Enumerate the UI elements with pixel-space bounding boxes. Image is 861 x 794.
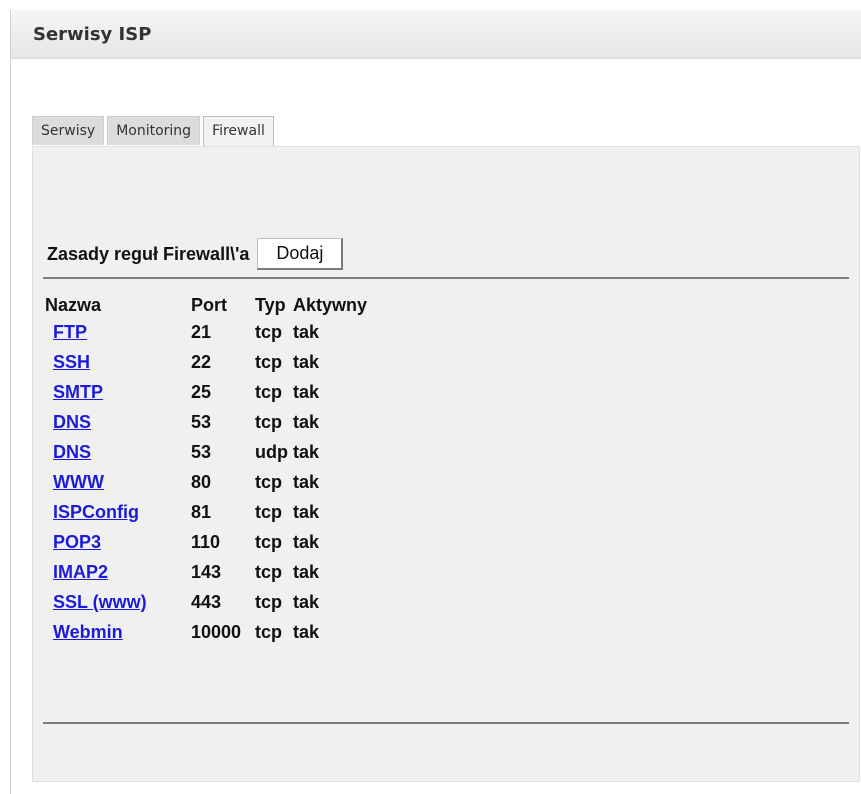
rule-active: tak [293, 411, 320, 432]
tab-bar: Serwisy Monitoring Firewall [32, 116, 277, 147]
add-rule-button[interactable]: Dodaj [257, 238, 344, 270]
rule-active: tak [293, 621, 320, 642]
rule-port: 143 [191, 561, 222, 582]
divider-top [43, 277, 849, 279]
rule-port: 53 [191, 411, 212, 432]
column-header-active: Aktywny [293, 294, 368, 315]
firewall-rules-header: Zasady reguł Firewall\'a Dodaj [47, 237, 344, 271]
section-title: Zasady reguł Firewall\'a [47, 243, 250, 264]
table-header-row: Nazwa Port Typ Aktywny [45, 293, 383, 317]
table-row: SSH 22 tcp tak [45, 347, 383, 377]
rule-link-dns-udp[interactable]: DNS [45, 442, 91, 462]
rule-link-smtp[interactable]: SMTP [45, 382, 103, 402]
rule-type: tcp [255, 351, 282, 372]
divider-bottom [43, 722, 849, 724]
rule-active: tak [293, 561, 320, 582]
firewall-rules-table: Nazwa Port Typ Aktywny FTP 21 tcp tak SS… [45, 293, 383, 647]
rule-link-webmin[interactable]: Webmin [45, 622, 123, 642]
rule-type: tcp [255, 381, 282, 402]
table-row: Webmin 10000 tcp tak [45, 617, 383, 647]
rule-link-ftp[interactable]: FTP [45, 322, 87, 342]
table-row: WWW 80 tcp tak [45, 467, 383, 497]
table-row: IMAP2 143 tcp tak [45, 557, 383, 587]
table-row: DNS 53 udp tak [45, 437, 383, 467]
rule-port: 443 [191, 591, 222, 612]
rule-active: tak [293, 321, 320, 342]
page: Serwisy ISP Serwisy Monitoring Firewall … [0, 0, 861, 794]
rule-active: tak [293, 351, 320, 372]
rule-port: 53 [191, 441, 212, 462]
column-header-port: Port [191, 294, 227, 315]
rule-active: tak [293, 471, 320, 492]
rule-active: tak [293, 591, 320, 612]
rule-type: tcp [255, 591, 282, 612]
table-row: ISPConfig 81 tcp tak [45, 497, 383, 527]
rule-type: tcp [255, 621, 282, 642]
rule-type: tcp [255, 531, 282, 552]
rule-type: tcp [255, 561, 282, 582]
rule-active: tak [293, 501, 320, 522]
rule-type: tcp [255, 321, 282, 342]
rule-port: 22 [191, 351, 212, 372]
rule-port: 80 [191, 471, 212, 492]
page-title: Serwisy ISP [33, 24, 152, 45]
tab-monitoring[interactable]: Monitoring [107, 116, 201, 145]
rule-port: 10000 [191, 621, 242, 642]
rule-port: 81 [191, 501, 212, 522]
rule-active: tak [293, 381, 320, 402]
rule-type: tcp [255, 501, 282, 522]
column-header-name: Nazwa [45, 294, 102, 315]
rule-type: udp [255, 441, 288, 462]
table-row: SMTP 25 tcp tak [45, 377, 383, 407]
rule-port: 21 [191, 321, 212, 342]
firewall-tab-content: Zasady reguł Firewall\'a Dodaj Nazwa Por… [32, 146, 860, 782]
rule-link-ssh[interactable]: SSH [45, 352, 90, 372]
rule-active: tak [293, 531, 320, 552]
rule-link-www[interactable]: WWW [45, 472, 104, 492]
column-header-type: Typ [255, 294, 286, 315]
panel-header: Serwisy ISP [11, 10, 861, 59]
table-row: DNS 53 tcp tak [45, 407, 383, 437]
table-row: POP3 110 tcp tak [45, 527, 383, 557]
rule-active: tak [293, 441, 320, 462]
rule-link-ispconfig[interactable]: ISPConfig [45, 502, 139, 522]
table-row: SSL (www) 443 tcp tak [45, 587, 383, 617]
rule-type: tcp [255, 411, 282, 432]
rule-type: tcp [255, 471, 282, 492]
rule-link-pop3[interactable]: POP3 [45, 532, 101, 552]
rule-link-dns-tcp[interactable]: DNS [45, 412, 91, 432]
rule-port: 25 [191, 381, 212, 402]
tab-serwisy[interactable]: Serwisy [32, 116, 105, 145]
table-row: FTP 21 tcp tak [45, 317, 383, 347]
rule-link-imap2[interactable]: IMAP2 [45, 562, 108, 582]
rule-port: 110 [191, 531, 221, 552]
rule-link-ssl-www[interactable]: SSL (www) [45, 592, 147, 612]
tab-firewall[interactable]: Firewall [203, 116, 274, 147]
